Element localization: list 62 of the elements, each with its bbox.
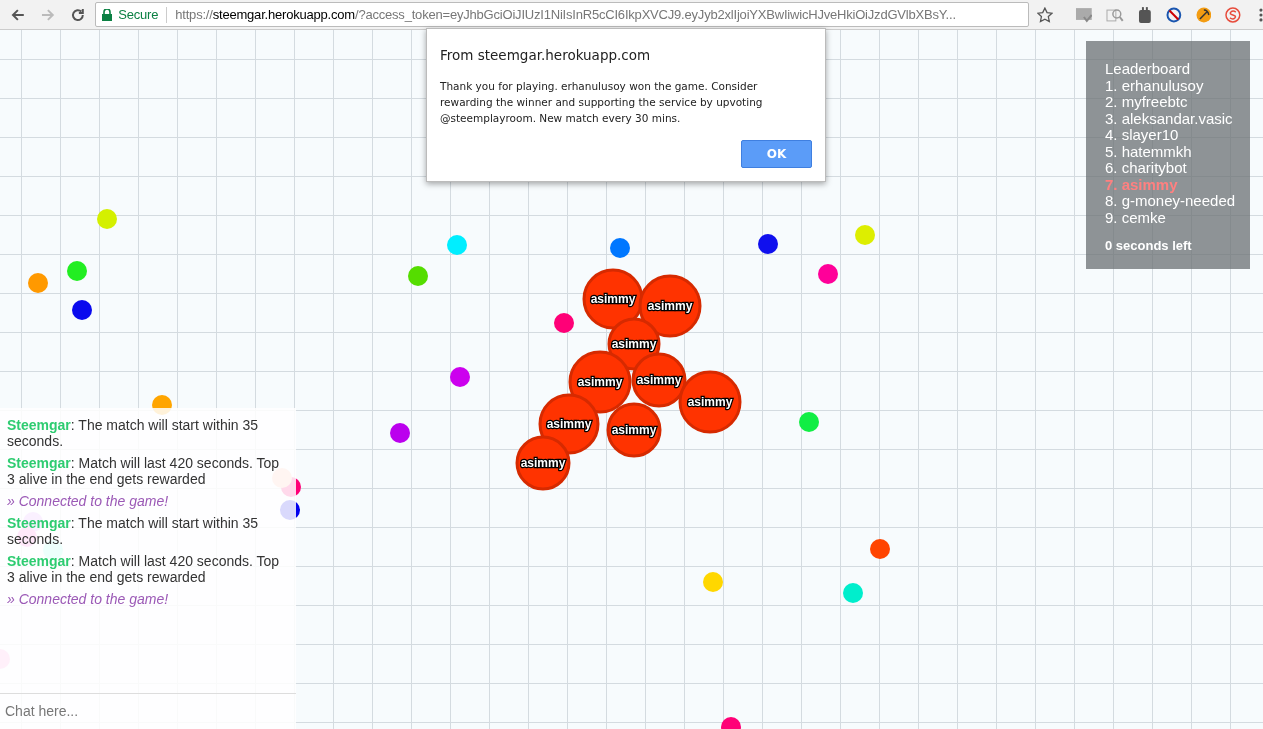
player-name: asimmy [687, 395, 733, 409]
food-dot [390, 423, 410, 443]
chat-message: Steemgar: The match will start within 35 seconds. [7, 417, 260, 449]
leaderboard-entry: 2. myfreebtc [1105, 94, 1188, 111]
player-name: asimmy [546, 417, 592, 431]
player-name: asimmy [577, 375, 623, 389]
leaderboard-entry: 6. charitybot [1105, 160, 1188, 177]
food-dot [450, 367, 470, 387]
leaderboard-entry: 1. erhanulusoy [1105, 77, 1205, 94]
food-dot [408, 266, 428, 286]
extension-icon[interactable] [1074, 6, 1093, 23]
player-name: asimmy [636, 373, 682, 387]
dialog-message: Thank you for playing. erhanulusoy won the game. Consider rewarding the winner and supporting the service by upvoting @steemplayroom. New match every 30 mins. [440, 79, 764, 127]
magnifier-icon[interactable] [1106, 6, 1124, 23]
chat-message: Steemgar: Match will last 420 seconds. Top 3 alive in the end gets rewarded [7, 455, 281, 487]
player-name: asimmy [590, 292, 636, 306]
dialog-title: From steemgar.herokuapp.com [440, 46, 652, 65]
player-name: asimmy [520, 456, 566, 470]
food-dot [818, 264, 838, 284]
star-icon[interactable] [1036, 6, 1053, 23]
food-dot [447, 235, 467, 255]
player-name: asimmy [647, 299, 693, 313]
chat-message: Steemgar: The match will start within 35 seconds. [7, 515, 260, 547]
food-dot [843, 583, 863, 603]
system-notice: » Connected to the game! [7, 591, 170, 607]
reload-icon[interactable] [69, 6, 86, 23]
food-dot [554, 313, 574, 333]
food-dot [799, 412, 819, 432]
player-cell [606, 402, 662, 458]
player-cell [515, 435, 571, 491]
food-dot [758, 234, 778, 254]
food-dot [28, 273, 48, 293]
food-dot [610, 238, 630, 258]
leaderboard-entry: 8. g-money-needed [1105, 193, 1237, 210]
chat-message: Steemgar: Match will last 420 seconds. Top 3 alive in the end gets rewarded [7, 553, 281, 585]
pickaxe-icon[interactable] [1195, 6, 1212, 23]
plug-icon[interactable] [1138, 6, 1152, 23]
food-dot [97, 209, 117, 229]
player-name: asimmy [611, 423, 657, 437]
food-dot [72, 300, 92, 320]
url-text: https://steemgar.herokuapp.com/?access_token=eyJhbGciOiJIUzI1NiIsInR5cCI6IkpXVCJ9.eyJyb2xlIjoiYXBwIiwicHJveHkiOiJzdGVlbXBsY... [175, 5, 956, 24]
timer-text: 0 seconds left [1105, 238, 1193, 255]
food-dot [67, 261, 87, 281]
leaderboard-entry: 5. hatemmkh [1105, 143, 1193, 160]
leaderboard-entry: 9. cemke [1105, 209, 1166, 226]
menu-icon[interactable] [1259, 7, 1263, 22]
leaderboard-entry: 3. aleksandar.vasic [1105, 110, 1234, 127]
chat-input[interactable]: Chat here... [5, 701, 291, 722]
food-dot [855, 225, 875, 245]
address-bar[interactable]: Secure https://steemgar.herokuapp.com/?access_token=eyJhbGciOiJIUzI1NiIsInR5cCI6IkpXVCJ9.eyJyb2xlIjoiYXBwIiwicHJveHkiOiJzdGVlbXBsY... [95, 2, 1029, 27]
s-logo-icon[interactable] [1225, 6, 1242, 23]
player-name: asimmy [611, 337, 657, 351]
food-dot [870, 539, 890, 559]
lock-icon [102, 8, 113, 21]
leaderboard-title: Leaderboard [1105, 61, 1192, 78]
system-notice: » Connected to the game! [7, 493, 170, 509]
leaderboard-entry: 4. slayer10 [1105, 127, 1180, 144]
block-icon[interactable] [1165, 6, 1182, 23]
game-canvas[interactable] [0, 30, 1263, 729]
food-dot [703, 572, 723, 592]
leaderboard-entry: 7. asimmy [1105, 176, 1178, 193]
security-label: Secure [118, 5, 159, 24]
